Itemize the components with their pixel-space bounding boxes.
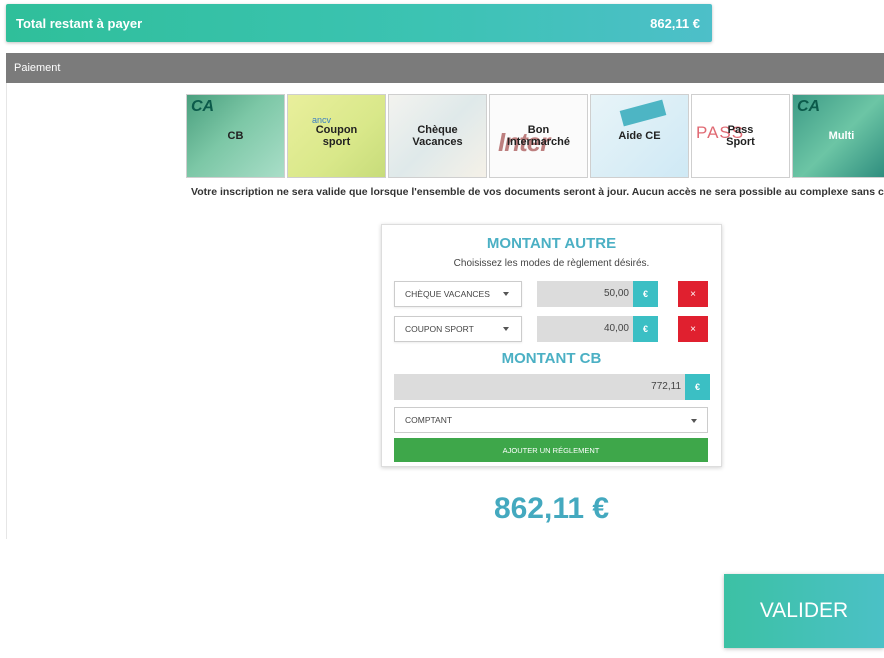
validate-button[interactable]: VALIDER	[724, 574, 884, 648]
euro-button[interactable]: €	[685, 374, 710, 400]
payment-method-pass-sport[interactable]: PASS Pass Sport	[691, 94, 790, 178]
chevron-down-icon	[503, 292, 509, 296]
grand-total: 862,11 €	[493, 492, 610, 525]
remove-payment-button[interactable]: ×	[678, 281, 708, 307]
payment-method-select[interactable]: CHÈQUE VACANCES	[394, 281, 522, 307]
other-amount-subtitle: Choisissez les modes de règlement désiré…	[453, 258, 650, 269]
payment-method-select[interactable]: COUPON SPORT	[394, 316, 522, 342]
payment-section-header: Paiement	[6, 53, 884, 83]
payment-amount-input[interactable]: 40,00	[537, 316, 633, 342]
payment-mode-select[interactable]: COMPTANT	[394, 407, 708, 433]
payment-method-label: Bon Intermarché	[507, 124, 570, 148]
registration-notice: Votre inscription ne sera valide que lor…	[191, 186, 884, 198]
payment-method-label: CB	[227, 130, 244, 142]
cb-amount-input[interactable]: 772,11	[394, 374, 685, 400]
credit-agricole-logo: CA	[797, 98, 821, 115]
total-remaining-label: Total restant à payer	[16, 15, 143, 31]
chevron-down-icon	[691, 419, 697, 423]
payment-method-label: Aide CE	[618, 130, 661, 142]
add-payment-button[interactable]: AJOUTER UN RÉGLEMENT	[394, 438, 708, 462]
remove-payment-button[interactable]: ×	[678, 316, 708, 342]
credit-agricole-logo: CA	[191, 98, 215, 115]
chevron-down-icon	[503, 327, 509, 331]
payment-method-label: Multi	[828, 130, 855, 142]
payment-methods: CA CB ancv Coupon sport Chèque Vacances …	[186, 94, 884, 178]
payment-method-bon-intermarche[interactable]: Inter Bon Intermarché	[489, 94, 588, 178]
payment-row: CHÈQUE VACANCES 50,00 € ×	[394, 281, 710, 307]
payment-amount-input[interactable]: 50,00	[537, 281, 633, 307]
payment-method-multi[interactable]: CA Multi	[792, 94, 884, 178]
payment-method-cheque-vacances[interactable]: Chèque Vacances	[388, 94, 487, 178]
comite-badge-icon	[619, 99, 667, 127]
payment-method-cb[interactable]: CA CB	[186, 94, 285, 178]
payment-method-label: Coupon sport	[315, 124, 358, 148]
total-remaining-bar: Total restant à payer 862,11 €	[6, 4, 712, 42]
payment-method-coupon-sport[interactable]: ancv Coupon sport	[287, 94, 386, 178]
payment-method-label: Chèque Vacances	[412, 124, 463, 148]
payment-method-select-value: COUPON SPORT	[405, 324, 474, 334]
payment-row: COUPON SPORT 40,00 € ×	[394, 316, 710, 342]
payment-method-aide-ce[interactable]: Aide CE	[590, 94, 689, 178]
total-remaining-amount: 862,11 €	[650, 15, 700, 31]
payment-section-title: Paiement	[14, 62, 61, 74]
other-amount-card: MONTANT AUTRE Choisissez les modes de rè…	[381, 224, 722, 467]
payment-method-label: Pass Sport	[726, 124, 755, 148]
payment-method-select-value: CHÈQUE VACANCES	[405, 289, 490, 299]
payment-mode-select-value: COMPTANT	[405, 415, 453, 425]
other-amount-title: MONTANT AUTRE	[486, 235, 617, 252]
cb-amount-title: MONTANT CB	[501, 350, 602, 367]
euro-button[interactable]: €	[633, 281, 658, 307]
euro-button[interactable]: €	[633, 316, 658, 342]
